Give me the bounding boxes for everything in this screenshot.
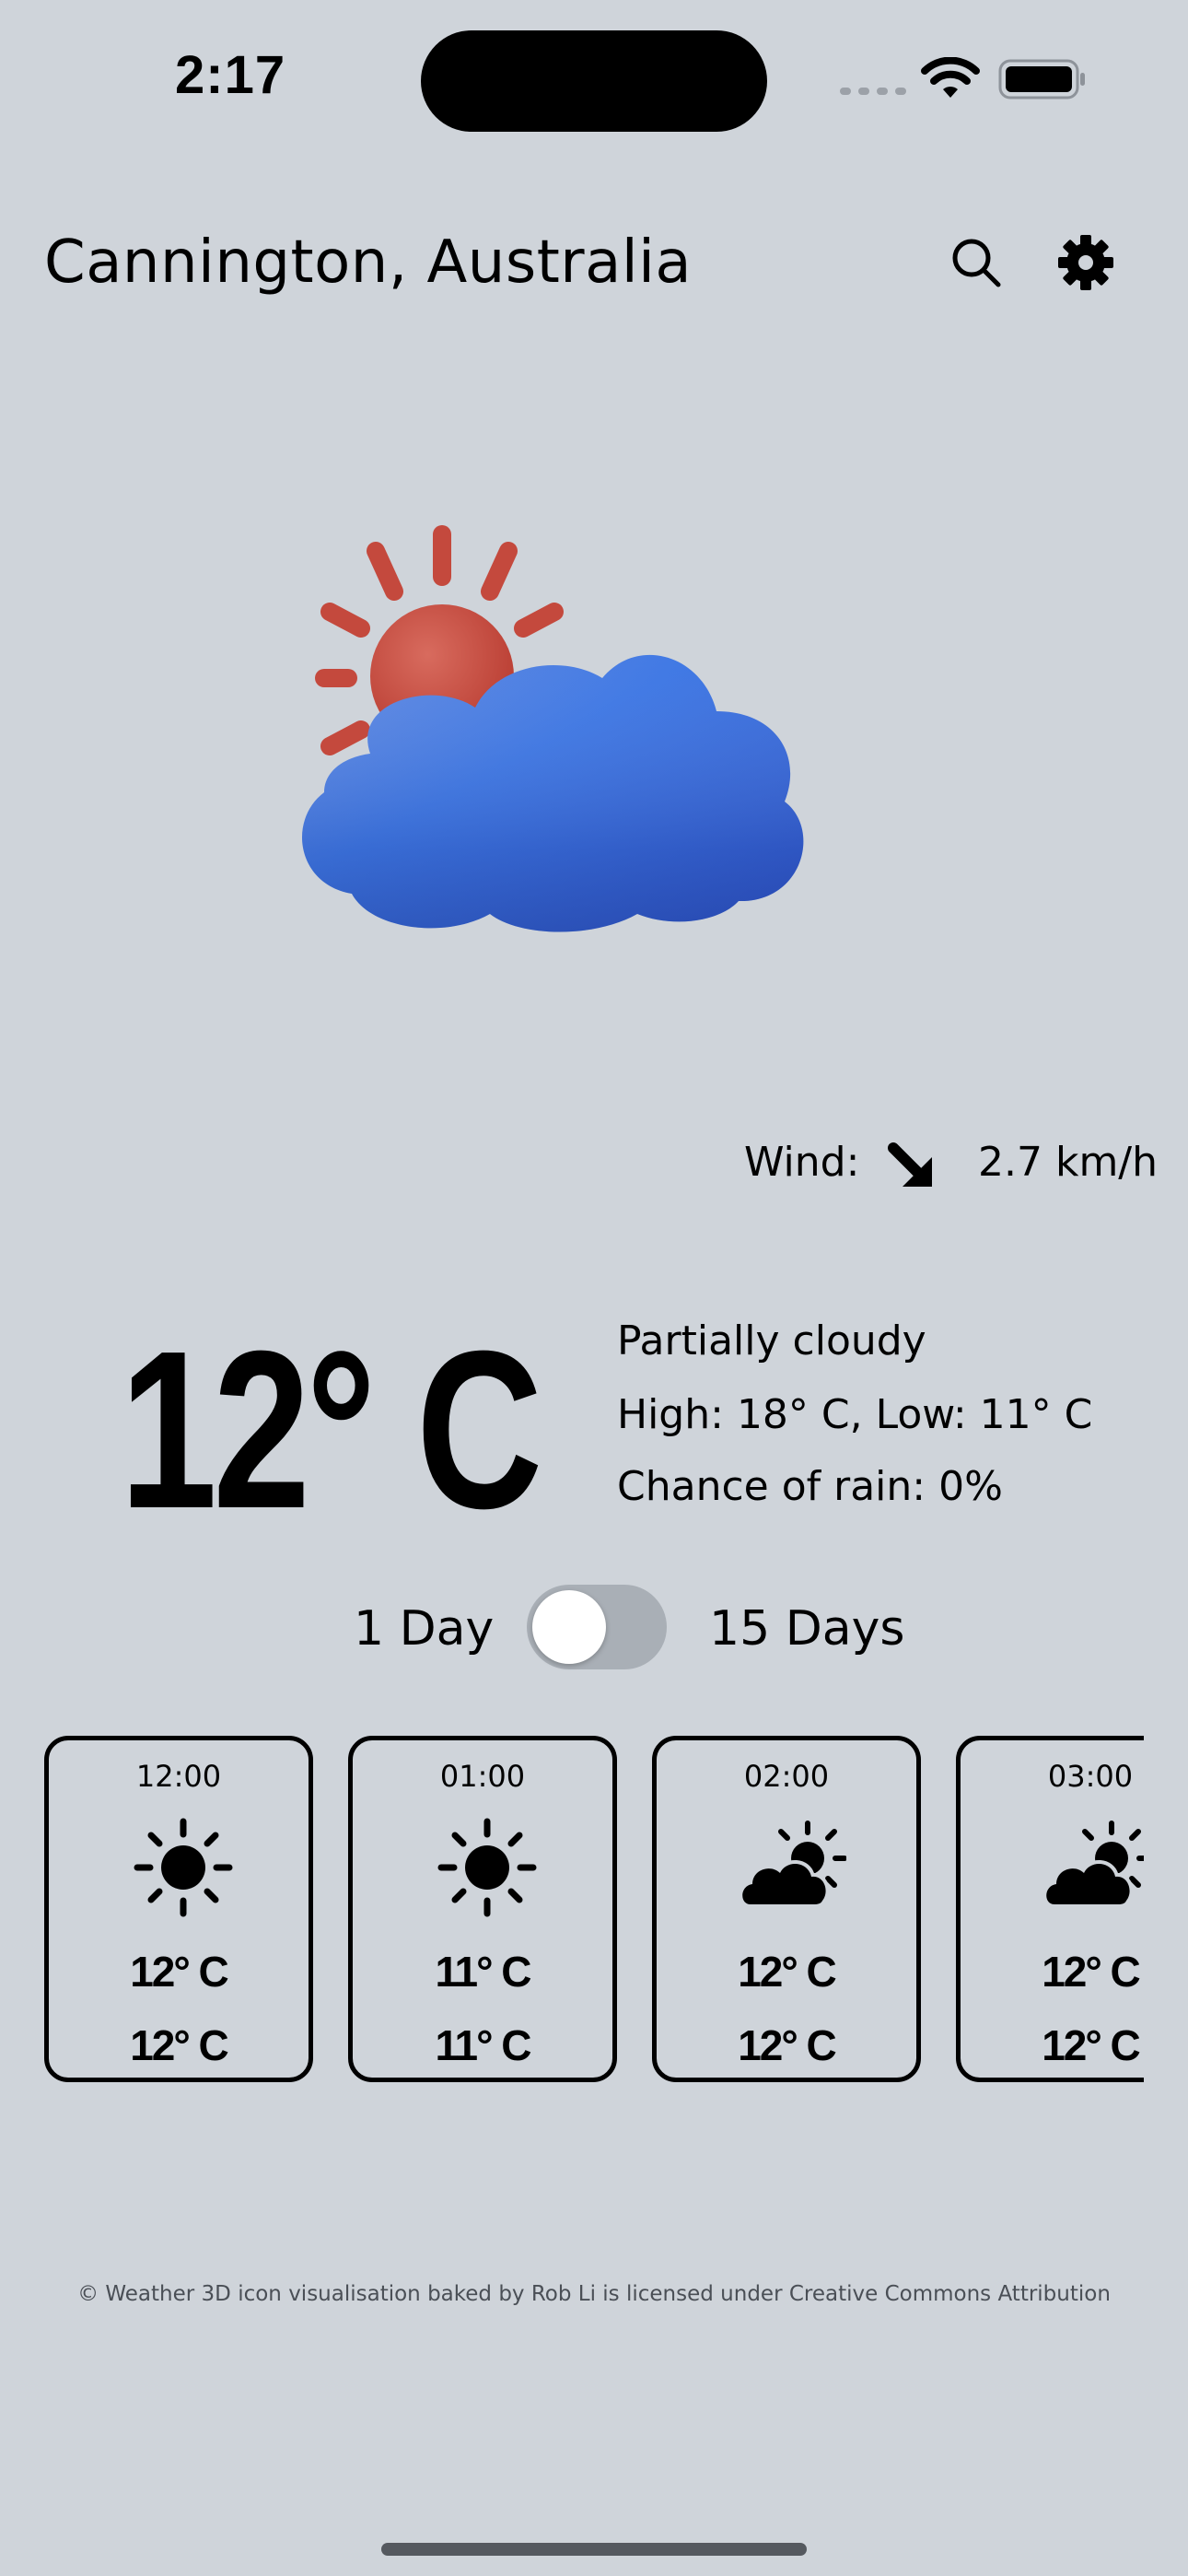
toggle-label-15-days[interactable]: 15 Days — [709, 1601, 904, 1657]
toggle-knob[interactable] — [532, 1590, 606, 1664]
hourly-time: 01:00 — [439, 1759, 526, 1794]
high-low-temperature: High: 18° C, Low: 11° C — [617, 1391, 1093, 1438]
rain-chance: Chance of rain: 0% — [617, 1463, 1003, 1510]
hourly-feels-like: 12° C — [1042, 2021, 1141, 2069]
hourly-feels-like: 12° C — [738, 2021, 837, 2069]
hourly-feels-like: 12° C — [130, 2021, 229, 2069]
sun-icon — [134, 1818, 233, 1917]
partly-cloudy-icon — [739, 1821, 846, 1908]
cellular-signal-icon — [840, 88, 906, 95]
hourly-card[interactable]: 03:00 12° C 12° C — [956, 1736, 1144, 2082]
hourly-card[interactable]: 12:00 12° C 12° C — [44, 1736, 313, 2082]
hourly-temp: 11° C — [435, 1948, 531, 1996]
hourly-feels-like: 11° C — [435, 2021, 531, 2069]
forecast-range-toggle[interactable] — [527, 1585, 667, 1669]
current-temperature: 12° C — [120, 1304, 542, 1555]
wind-speed: 2.7 km/h — [978, 1139, 1159, 1186]
hourly-forecast-scroller[interactable]: 12:00 12° C 12° C 01:00 11° C 11° C 02:0… — [44, 1736, 1144, 2091]
attribution-text: © Weather 3D icon visualisation baked by… — [77, 2282, 1111, 2306]
location-title: Cannington, Australia — [44, 228, 693, 297]
status-time: 2:17 — [175, 45, 286, 105]
hourly-temp: 12° C — [130, 1948, 229, 1996]
arrow-down-right-icon — [888, 1142, 932, 1187]
hourly-time: 02:00 — [743, 1759, 830, 1794]
dynamic-island — [421, 30, 767, 132]
wind-label: Wind: — [744, 1139, 860, 1186]
hourly-temp: 12° C — [738, 1948, 837, 1996]
hourly-temp: 12° C — [1042, 1948, 1141, 1996]
hourly-time: 12:00 — [135, 1759, 222, 1794]
partly-cloudy-icon — [1042, 1821, 1144, 1908]
wifi-icon — [921, 57, 980, 98]
hourly-card[interactable]: 01:00 11° C 11° C — [348, 1736, 617, 2082]
condition-description: Partially cloudy — [617, 1317, 926, 1364]
gear-icon[interactable] — [1057, 234, 1114, 291]
search-icon[interactable] — [949, 235, 1004, 290]
battery-icon — [998, 59, 1085, 100]
toggle-label-1-day[interactable]: 1 Day — [354, 1601, 494, 1657]
partly-cloudy-3d-icon — [302, 525, 804, 932]
home-indicator[interactable] — [381, 2543, 807, 2556]
hourly-time: 03:00 — [1047, 1759, 1134, 1794]
hourly-card[interactable]: 02:00 12° C 12° C — [652, 1736, 921, 2082]
sun-icon — [437, 1818, 537, 1917]
